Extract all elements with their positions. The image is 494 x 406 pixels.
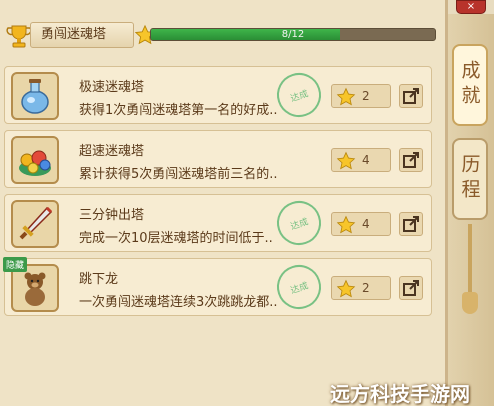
reward-value: 4 <box>362 217 370 231</box>
reward-points: 2 <box>331 276 391 300</box>
achievement-title: 跳下龙 <box>79 272 119 287</box>
share-button[interactable] <box>399 212 423 236</box>
potion-icon <box>11 72 59 120</box>
achievement-title: 三分钟出塔 <box>79 208 145 223</box>
achievement-row[interactable]: 超速迷魂塔 累计获得5次勇闯迷魂塔前三名的.. 4 <box>4 130 432 188</box>
achievement-list: 极速迷魂塔 获得1次勇闯迷魂塔第一名的好成.. 达成 2 超速迷魂塔 累计获得5… <box>3 66 432 322</box>
share-button[interactable] <box>399 276 423 300</box>
sword-icon <box>11 200 59 248</box>
reward-value: 2 <box>362 281 370 295</box>
treasure-icon <box>11 136 59 184</box>
achievement-row[interactable]: 极速迷魂塔 获得1次勇闯迷魂塔第一名的好成.. 达成 2 <box>4 66 432 124</box>
reward-points: 2 <box>331 84 391 108</box>
achievement-panel: 勇闯迷魂塔 8/12 极速迷魂塔 获得1次勇闯迷魂塔第一名的好成.. 达成 2 … <box>0 0 448 406</box>
reward-points: 4 <box>331 148 391 172</box>
tab-achievements[interactable]: 成就 <box>452 44 488 126</box>
sidebar: 成就 历程 <box>448 14 494 406</box>
reward-value: 4 <box>362 153 370 167</box>
share-icon <box>403 152 419 168</box>
star-icon <box>336 87 356 106</box>
star-icon <box>336 279 356 298</box>
decorative-tassel <box>462 292 478 314</box>
achievement-title: 超速迷魂塔 <box>79 144 145 159</box>
achievement-row[interactable]: 三分钟出塔 完成一次10层迷魂塔的时间低于.. 达成 4 <box>4 194 432 252</box>
achievement-title: 极速迷魂塔 <box>79 80 145 95</box>
progress-bar: 8/12 <box>150 28 436 41</box>
reward-points: 4 <box>331 212 391 236</box>
share-icon <box>403 88 419 104</box>
star-icon <box>336 215 356 234</box>
hidden-badge: 隐藏 <box>3 257 28 272</box>
achievement-header: 勇闯迷魂塔 8/12 <box>4 20 444 50</box>
reward-value: 2 <box>362 89 370 103</box>
decorative-rope <box>468 224 472 294</box>
achievement-row[interactable]: 隐藏 跳下龙 一次勇闯迷魂塔连续3次跳跳龙都.. 达成 2 <box>3 257 432 316</box>
share-icon <box>403 280 419 296</box>
page-title: 勇闯迷魂塔 <box>30 22 134 48</box>
share-icon <box>403 216 419 232</box>
achievement-desc: 累计获得5次勇闯迷魂塔前三名的.. <box>79 167 278 182</box>
close-button[interactable]: × <box>456 0 486 14</box>
share-button[interactable] <box>399 84 423 108</box>
tab-history[interactable]: 历程 <box>452 138 488 220</box>
progress-text: 8/12 <box>281 29 305 40</box>
share-button[interactable] <box>399 148 423 172</box>
watermark: 远方科技手游网 <box>330 382 470 406</box>
star-icon <box>336 151 356 170</box>
